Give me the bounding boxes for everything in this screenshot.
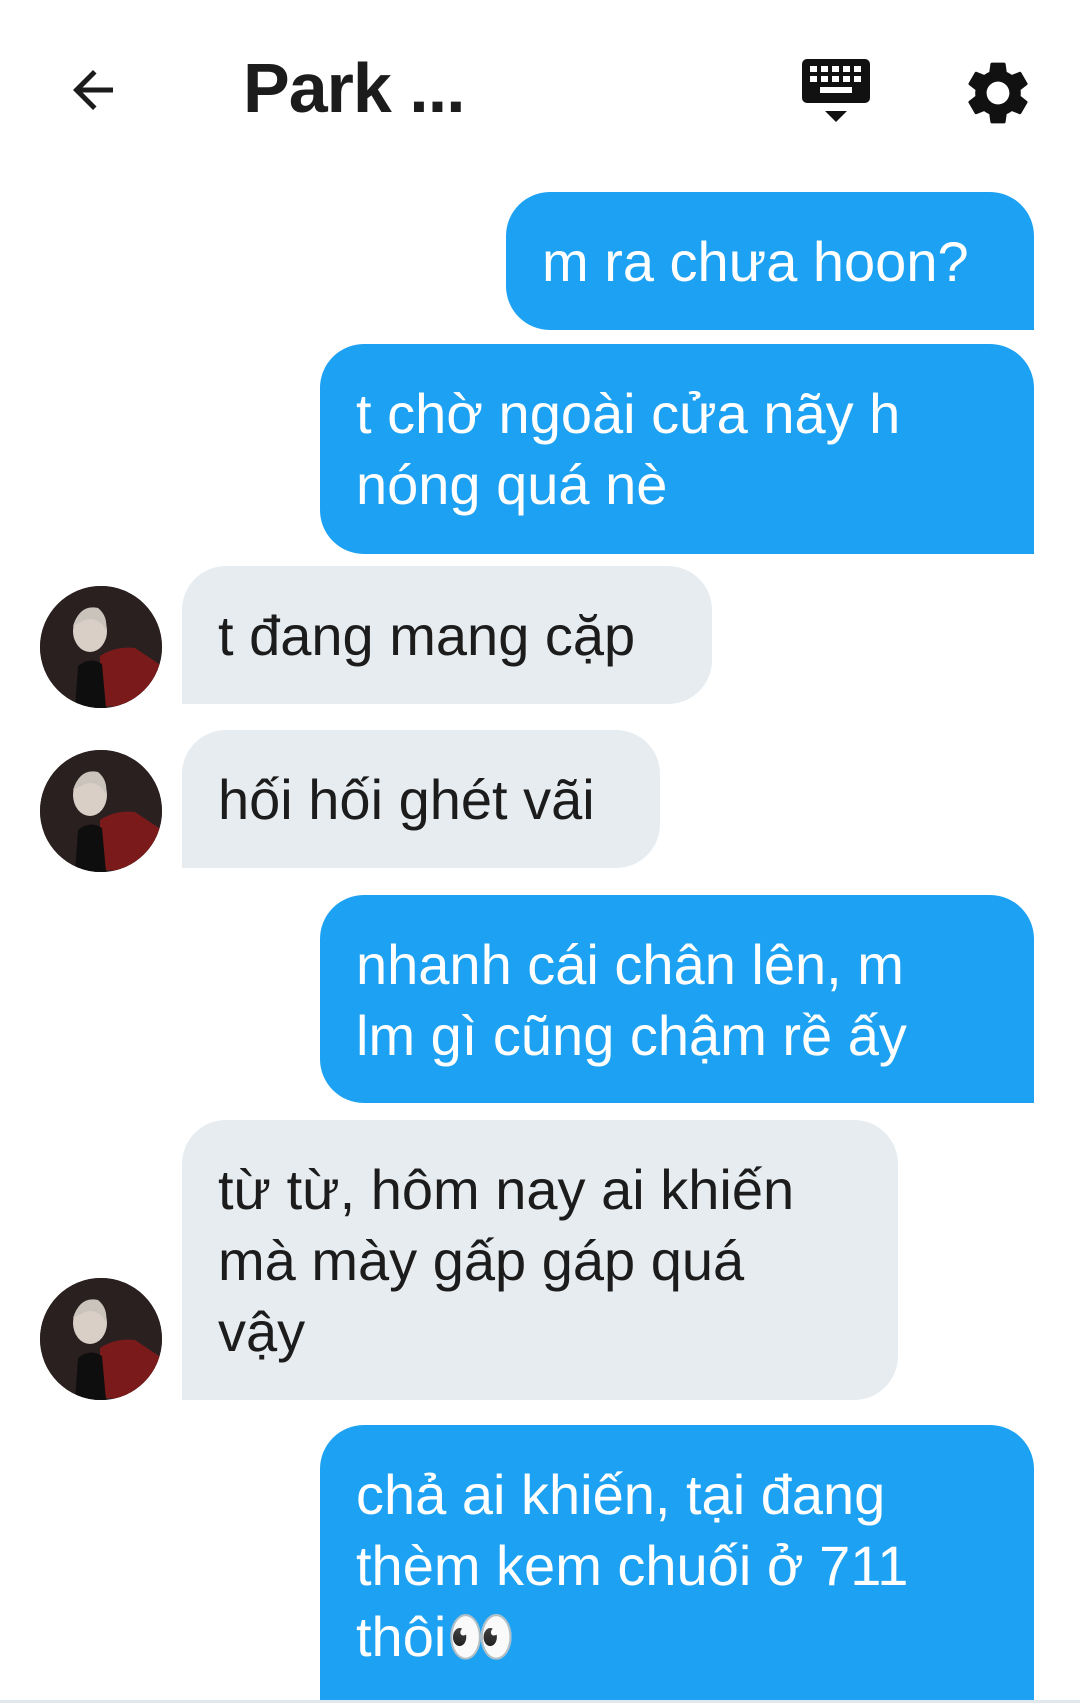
settings-button[interactable]: [960, 55, 1036, 131]
avatar[interactable]: [40, 586, 162, 708]
message-bubble-incoming[interactable]: hối hối ghét vãi: [182, 730, 660, 868]
message-bubble-outgoing[interactable]: chả ai khiến, tại đang thèm kem chuối ở …: [320, 1425, 1034, 1703]
message-bubble-outgoing[interactable]: nhanh cái chân lên, m lm gì cũng chậm rề…: [320, 895, 1034, 1103]
message-bubble-outgoing[interactable]: t chờ ngoài cửa nãy h nóng quá nè: [320, 344, 1034, 554]
message-bubble-incoming[interactable]: t đang mang cặp: [182, 566, 712, 704]
keyboard-hide-icon: [802, 59, 870, 122]
avatar-image: [40, 1278, 162, 1400]
keyboard-hide-button[interactable]: [798, 55, 874, 131]
chat-title[interactable]: Park ...: [243, 48, 466, 128]
avatar[interactable]: [40, 750, 162, 872]
chat-header: Park ...: [0, 0, 1080, 180]
avatar-image: [40, 586, 162, 708]
message-bubble-outgoing[interactable]: m ra chưa hoon?: [506, 192, 1034, 330]
gear-icon: [968, 62, 1028, 124]
back-button[interactable]: [58, 55, 128, 125]
message-bubble-incoming[interactable]: từ từ, hôm nay ai khiến mà mày gấp gáp q…: [182, 1120, 898, 1400]
arrow-left-icon: [73, 70, 113, 110]
avatar-image: [40, 750, 162, 872]
avatar[interactable]: [40, 1278, 162, 1400]
